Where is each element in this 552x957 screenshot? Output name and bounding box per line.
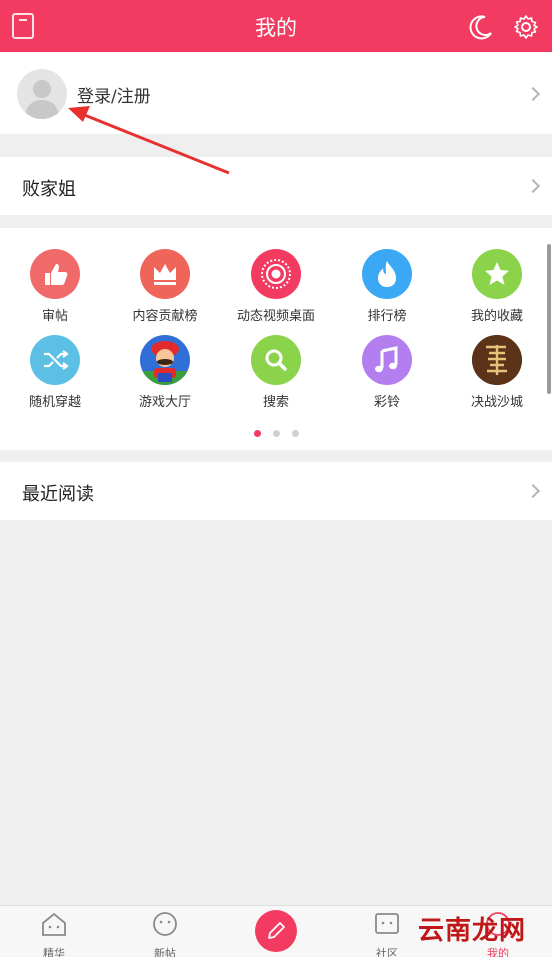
grid-item-label: 游戏大厅 — [138, 395, 191, 410]
grid-item-label: 我的收藏 — [470, 309, 523, 324]
grid-item-contribution-rank[interactable]: 内容贡献榜 — [110, 249, 220, 324]
default-avatar-icon — [25, 80, 59, 119]
grid-item-random[interactable]: 随机穿越 — [0, 335, 110, 410]
star-icon — [472, 249, 522, 299]
feature-grid: 审帖 内容贡献榜 动态视频桌面 排行榜 我的收藏 随机穿越 游戏大厅 搜索 彩铃… — [0, 228, 552, 450]
compose-button[interactable] — [255, 910, 297, 952]
mario-game-icon — [140, 335, 190, 385]
page-dot — [291, 430, 299, 437]
grid-item-game-hall[interactable]: 游戏大厅 — [110, 335, 220, 410]
night-mode-moon-icon[interactable] — [468, 14, 494, 40]
dragon-game-icon — [472, 335, 522, 385]
music-note-icon — [362, 335, 412, 385]
avatar[interactable] — [17, 69, 67, 119]
recent-reading-label: 最近阅读 — [22, 484, 94, 505]
chevron-right-icon — [525, 86, 541, 102]
tab-label: 社区 — [376, 947, 398, 957]
tab-new-posts[interactable]: 新帖 — [130, 910, 200, 957]
grid-item-review[interactable]: 审帖 — [0, 249, 110, 324]
grid-item-ringtone[interactable]: 彩铃 — [332, 335, 442, 410]
chevron-right-icon — [525, 178, 541, 194]
tab-featured[interactable]: 精华 — [19, 910, 89, 957]
recent-reading-row[interactable]: 最近阅读 — [0, 462, 552, 520]
thumbs-up-icon — [30, 249, 80, 299]
page-dot — [272, 430, 280, 437]
chevron-right-icon — [525, 483, 541, 499]
grid-item-label: 内容贡献榜 — [132, 309, 198, 324]
settings-gear-icon[interactable] — [513, 14, 539, 40]
grid-item-label: 决战沙城 — [470, 395, 523, 410]
grid-item-shacheng-game[interactable]: 决战沙城 — [442, 335, 552, 410]
baijia-row[interactable]: 败家姐 — [0, 157, 552, 215]
grid-item-label: 排行榜 — [367, 309, 407, 324]
crown-icon — [140, 249, 190, 299]
scrollbar[interactable] — [547, 244, 551, 394]
pencil-icon — [268, 922, 285, 939]
tab-label: 新帖 — [154, 947, 176, 957]
top-bar: 我的 — [0, 0, 552, 52]
grid-item-ranking[interactable]: 排行榜 — [332, 249, 442, 324]
watermark: 云南龙网 — [418, 916, 527, 946]
grid-item-label: 动态视频桌面 — [236, 309, 315, 324]
smile-icon — [153, 912, 177, 936]
grid-item-label: 搜索 — [262, 395, 289, 410]
video-ring-icon — [251, 249, 301, 299]
home-face-icon — [42, 912, 66, 936]
grid-item-label: 审帖 — [41, 309, 68, 324]
page-dot — [253, 430, 261, 437]
search-icon — [251, 335, 301, 385]
tab-community[interactable]: 社区 — [352, 910, 422, 957]
login-register-link[interactable]: 登录/注册 — [77, 82, 151, 107]
tv-face-icon — [375, 913, 399, 934]
grid-item-search[interactable]: 搜索 — [221, 335, 331, 410]
grid-item-label: 随机穿越 — [28, 395, 81, 410]
grid-item-favorites[interactable]: 我的收藏 — [442, 249, 552, 324]
grid-item-label: 彩铃 — [373, 395, 400, 410]
page-indicator — [0, 422, 552, 441]
baijia-label: 败家姐 — [22, 179, 76, 200]
tab-label: 精华 — [43, 947, 65, 957]
login-card[interactable]: 登录/注册 — [0, 52, 552, 134]
grid-item-video-desktop[interactable]: 动态视频桌面 — [221, 249, 331, 324]
flame-icon — [362, 249, 412, 299]
shuffle-icon — [30, 335, 80, 385]
